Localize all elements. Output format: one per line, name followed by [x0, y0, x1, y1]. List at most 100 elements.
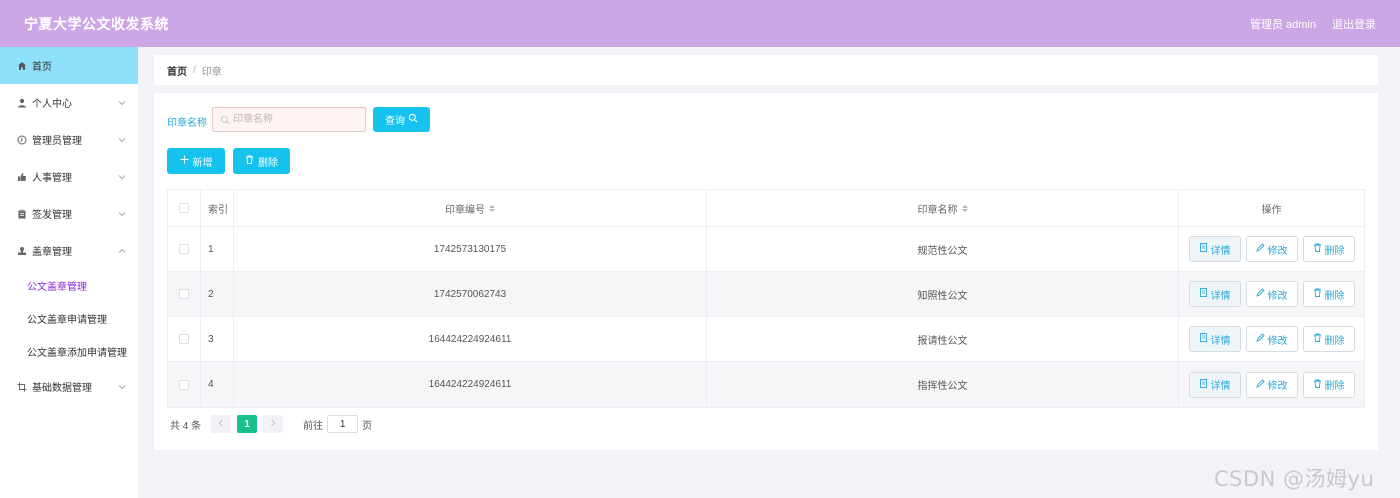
delete-button[interactable]: 删除: [1302, 326, 1355, 352]
column-header-name[interactable]: 印章名称: [707, 190, 1179, 226]
goto-page-input[interactable]: [327, 415, 359, 433]
sidebar-item-stamp[interactable]: 盖章管理: [0, 232, 138, 269]
delete-button-label: 删除: [258, 157, 278, 169]
pagination-goto: 前往 页: [303, 415, 372, 433]
breadcrumb-current: 印章: [201, 66, 222, 78]
row-seal-name: 知照性公文: [707, 272, 1179, 316]
trash-icon: [1313, 243, 1322, 255]
delete-button[interactable]: 删除: [1302, 236, 1355, 262]
sidebar-subitem-stamp-apply[interactable]: 公文盖章申请管理: [0, 302, 138, 335]
top-header: 宁夏大学公文收发系统 管理员 admin 退出登录: [0, 0, 1400, 47]
edit-button[interactable]: 修改: [1245, 281, 1298, 307]
detail-button-label: 详情: [1210, 381, 1231, 392]
row-checkbox[interactable]: [179, 379, 189, 390]
column-header-code[interactable]: 印章编号: [234, 190, 707, 226]
breadcrumb-home[interactable]: 首页: [167, 63, 187, 78]
edit-icon: [1255, 288, 1265, 300]
sort-icon[interactable]: [489, 204, 495, 212]
goto-suffix: 页: [362, 420, 373, 432]
row-checkbox-cell: [168, 317, 201, 361]
sidebar-item-label: 基础数据管理: [32, 383, 92, 394]
edit-button[interactable]: 修改: [1245, 326, 1298, 352]
seal-name-search-input[interactable]: [212, 107, 366, 132]
edit-button[interactable]: 修改: [1245, 236, 1298, 262]
row-checkbox[interactable]: [179, 334, 189, 344]
edit-button-label: 修改: [1267, 335, 1288, 347]
page-number-button[interactable]: 1: [237, 415, 258, 433]
edit-button-label: 修改: [1267, 245, 1288, 257]
search-icon: [408, 113, 418, 126]
sidebar-item-basedata[interactable]: 基础数据管理: [0, 368, 138, 405]
chevron-up-icon: [118, 247, 126, 255]
row-seal-name: 报请性公文: [707, 317, 1179, 361]
row-seal-code: 1742573130175: [234, 227, 707, 271]
trash-icon: [1313, 288, 1322, 300]
row-seal-name: 指挥性公文: [707, 362, 1179, 407]
chevron-left-icon: [218, 419, 224, 430]
row-checkbox-cell: [168, 272, 201, 316]
delete-button-label: 删除: [1324, 335, 1345, 347]
sidebar-item-hr[interactable]: 人事管理: [0, 158, 138, 195]
sidebar-item-label: 盖章管理: [32, 247, 72, 258]
sidebar-subitem-stamp-add-apply[interactable]: 公文盖章添加申请管理: [0, 335, 138, 368]
next-page-button[interactable]: [263, 415, 284, 433]
chevron-right-icon: [270, 419, 276, 430]
edit-button-label: 修改: [1267, 290, 1288, 302]
row-actions: 详情 修改 删除: [1179, 272, 1364, 316]
row-checkbox[interactable]: [179, 244, 189, 254]
edit-icon: [1255, 378, 1265, 391]
row-seal-code: 1742570062743: [234, 272, 707, 316]
detail-button-label: 详情: [1210, 335, 1231, 347]
sidebar-subitem-doc-stamp[interactable]: 公文盖章管理: [0, 269, 138, 302]
table-row: 2 1742570062743 知照性公文 详情 修改 删除: [168, 272, 1364, 317]
detail-button[interactable]: 详情: [1188, 326, 1241, 352]
delete-button[interactable]: 删除: [1302, 281, 1355, 307]
sidebar-item-issue[interactable]: 签发管理: [0, 195, 138, 232]
sidebar-item-label: 首页: [32, 62, 52, 73]
seal-table: 索引 印章编号 印章名称 操作 1 1742573130175 规范性公文 详情…: [167, 189, 1365, 408]
select-all-checkbox[interactable]: [179, 203, 189, 213]
table-row: 3 164424224924611 报请性公文 详情 修改 删除: [168, 317, 1364, 362]
chevron-down-icon: [118, 173, 126, 181]
row-seal-code: 164424224924611: [234, 317, 707, 361]
sidebar-item-profile[interactable]: 个人中心: [0, 84, 138, 121]
prev-page-button[interactable]: [211, 415, 232, 433]
document-icon: [1199, 288, 1208, 300]
row-checkbox[interactable]: [179, 289, 189, 299]
row-index: 4: [201, 362, 234, 407]
delete-button-label: 删除: [1324, 290, 1345, 302]
home-icon: [16, 61, 28, 71]
sort-icon[interactable]: [961, 204, 968, 212]
sidebar-item-label: 个人中心: [32, 99, 72, 110]
trash-icon: [245, 155, 254, 167]
detail-button[interactable]: 详情: [1188, 236, 1241, 262]
detail-button[interactable]: 详情: [1188, 371, 1241, 398]
query-button[interactable]: 查询: [373, 107, 430, 132]
detail-button[interactable]: 详情: [1188, 281, 1241, 307]
sidebar: 首页 个人中心 管理员管理 人事管理 签发管理 盖章管理 公文盖章管理 公文盖章…: [0, 47, 138, 498]
sidebar-item-admin[interactable]: 管理员管理: [0, 121, 138, 158]
batch-delete-button[interactable]: 删除: [233, 148, 290, 174]
pagination-total: 共 4 条: [170, 420, 202, 432]
stamp-icon: [16, 246, 28, 256]
delete-button-label: 删除: [1324, 381, 1345, 392]
row-actions: 详情 修改 删除: [1179, 362, 1364, 407]
trash-icon: [1313, 379, 1322, 391]
document-icon: [1199, 378, 1208, 391]
app-title: 宁夏大学公文收发系统: [24, 15, 169, 32]
add-button[interactable]: 新增: [167, 148, 225, 174]
chevron-down-icon: [118, 99, 126, 107]
trash-icon: [1313, 333, 1322, 345]
edit-button[interactable]: 修改: [1245, 371, 1298, 398]
delete-button[interactable]: 删除: [1302, 371, 1355, 398]
logout-link[interactable]: 退出登录: [1332, 16, 1376, 32]
delete-button-label: 删除: [1324, 245, 1345, 257]
chevron-down-icon: [118, 383, 126, 391]
admin-user-label[interactable]: 管理员 admin: [1250, 16, 1316, 32]
header-user-area: 管理员 admin 退出登录: [1250, 16, 1376, 32]
edit-icon: [1255, 243, 1265, 255]
search-icon: [220, 115, 230, 125]
sidebar-item-home[interactable]: 首页: [0, 47, 138, 84]
edit-icon: [1255, 333, 1265, 345]
row-checkbox-cell: [168, 227, 201, 271]
